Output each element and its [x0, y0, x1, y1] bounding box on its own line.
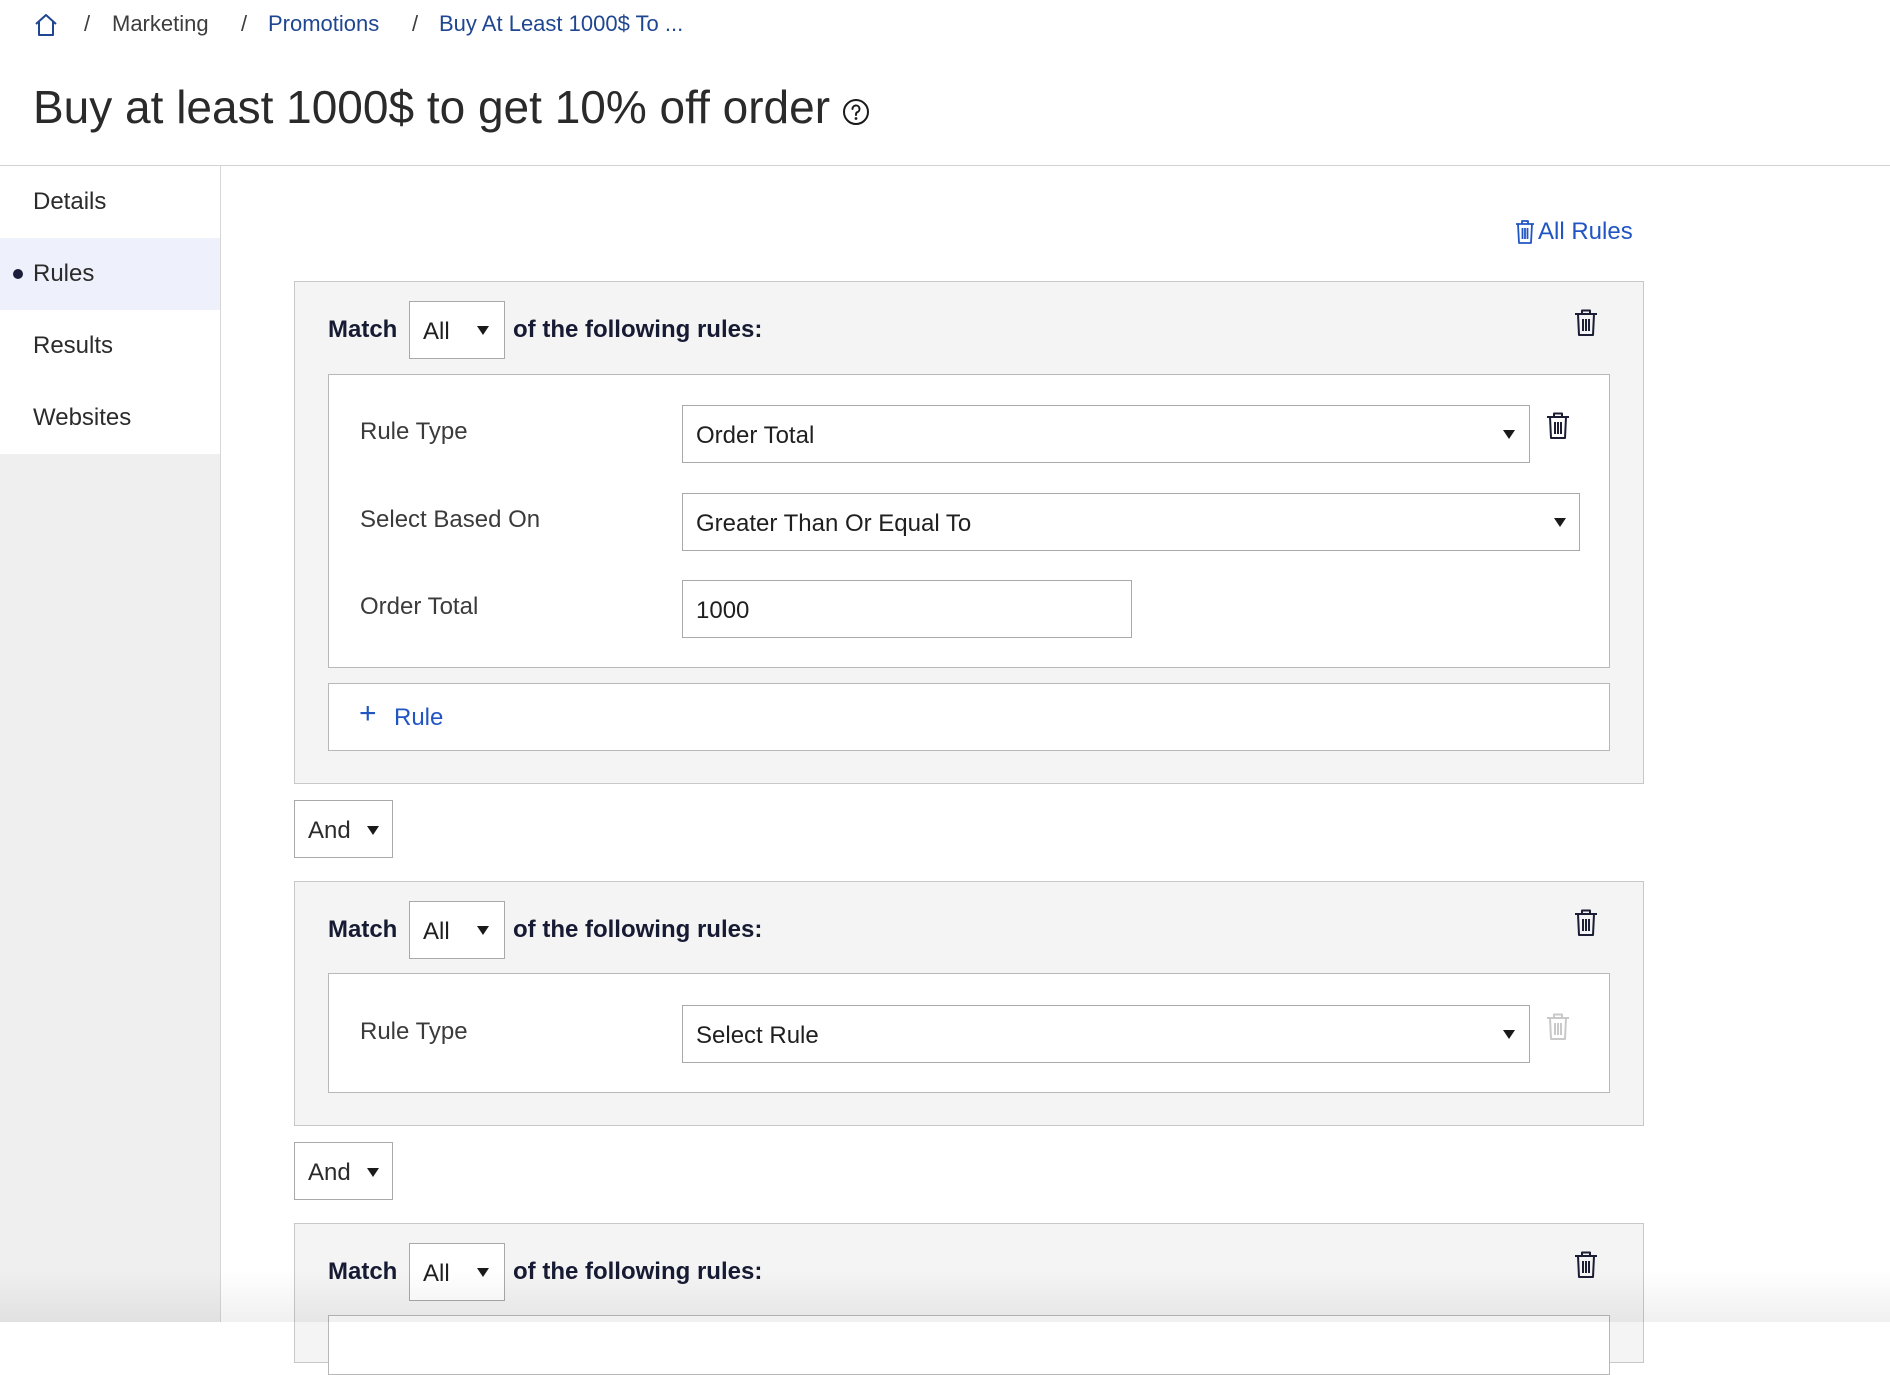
sidebar-item-websites[interactable]: Websites: [0, 382, 220, 454]
chevron-down-icon: [1503, 1030, 1515, 1039]
rule-type-label: Rule Type: [360, 418, 468, 445]
breadcrumb-separator: /: [241, 11, 248, 36]
trash-icon: [1575, 1251, 1597, 1278]
clear-all-rules-button[interactable]: All Rules: [1514, 218, 1633, 246]
following-rules-label: of the following rules:: [513, 1258, 763, 1285]
connector-select[interactable]: And: [294, 1142, 393, 1200]
match-label: Match: [328, 316, 398, 343]
based-on-label: Select Based On: [360, 506, 541, 533]
match-label: Match: [328, 916, 398, 943]
chevron-down-icon: [1503, 430, 1515, 439]
chevron-down-icon: [367, 826, 379, 835]
rule-group-2: Match All of the following rules: Rule T…: [294, 881, 1644, 1126]
breadcrumb-separator: /: [84, 11, 91, 36]
help-circle-icon[interactable]: [842, 98, 870, 126]
clear-all-rules-label: All Rules: [1538, 218, 1633, 245]
based-on-select[interactable]: Greater Than Or Equal To: [682, 493, 1580, 551]
sidebar-item-label: Details: [33, 188, 107, 215]
chevron-down-icon: [477, 1268, 489, 1277]
breadcrumb-current[interactable]: Buy At Least 1000$ To ...: [439, 11, 683, 37]
trash-icon: [1575, 909, 1597, 936]
home-icon[interactable]: [33, 12, 59, 38]
rule-type-select[interactable]: Select Rule: [682, 1005, 1530, 1063]
match-select[interactable]: All: [409, 901, 505, 959]
connector-select[interactable]: And: [294, 800, 393, 858]
delete-group-button[interactable]: [1573, 308, 1603, 342]
header-divider: [0, 165, 1890, 166]
sidebar-item-label: Results: [33, 332, 114, 359]
trash-icon: [1575, 309, 1597, 336]
order-total-label: Order Total: [360, 593, 479, 620]
rule-type-label: Rule Type: [360, 1018, 468, 1045]
breadcrumb-separator: /: [412, 11, 419, 36]
trash-icon: [1516, 220, 1534, 244]
add-rule-button[interactable]: + Rule: [328, 683, 1610, 751]
delete-rule-button-disabled: [1545, 1012, 1575, 1046]
chevron-down-icon: [367, 1168, 379, 1177]
rule-panel: Rule Type Order Total Select Based On Gr…: [328, 374, 1610, 668]
rule-group-3: Match All of the following rules:: [294, 1223, 1644, 1375]
sidebar-item-details[interactable]: Details: [0, 166, 220, 238]
following-rules-label: of the following rules:: [513, 316, 763, 343]
trash-icon: [1547, 412, 1569, 439]
breadcrumb-marketing: Marketing: [112, 11, 209, 36]
plus-icon: +: [359, 697, 377, 730]
trash-icon: [1547, 1013, 1569, 1040]
chevron-down-icon: [477, 326, 489, 335]
delete-group-button[interactable]: [1573, 908, 1603, 942]
match-select[interactable]: All: [409, 301, 505, 359]
delete-group-button[interactable]: [1573, 1250, 1603, 1284]
sidebar-item-label: Websites: [33, 404, 132, 431]
order-total-input[interactable]: 1000: [682, 580, 1132, 638]
following-rules-label: of the following rules:: [513, 916, 763, 943]
chevron-down-icon: [1554, 518, 1566, 527]
sidebar: Details Rules Results Websites: [0, 166, 221, 1322]
rule-panel: [328, 1315, 1610, 1375]
chevron-down-icon: [477, 926, 489, 935]
sidebar-item-label: Rules: [33, 260, 95, 287]
page-title: Buy at least 1000$ to get 10% off order: [33, 81, 831, 133]
breadcrumb-promotions[interactable]: Promotions: [268, 11, 379, 37]
rule-type-select[interactable]: Order Total: [682, 405, 1530, 463]
sidebar-item-results[interactable]: Results: [0, 310, 220, 382]
match-select[interactable]: All: [409, 1243, 505, 1301]
match-label: Match: [328, 1258, 398, 1285]
rule-group-1: Match All of the following rules: Rule T…: [294, 281, 1644, 784]
sidebar-item-rules[interactable]: Rules: [0, 238, 220, 310]
add-rule-label: Rule: [394, 704, 444, 731]
rule-panel: Rule Type Select Rule: [328, 973, 1610, 1093]
delete-rule-button[interactable]: [1545, 411, 1575, 445]
active-indicator-icon: [13, 269, 23, 279]
